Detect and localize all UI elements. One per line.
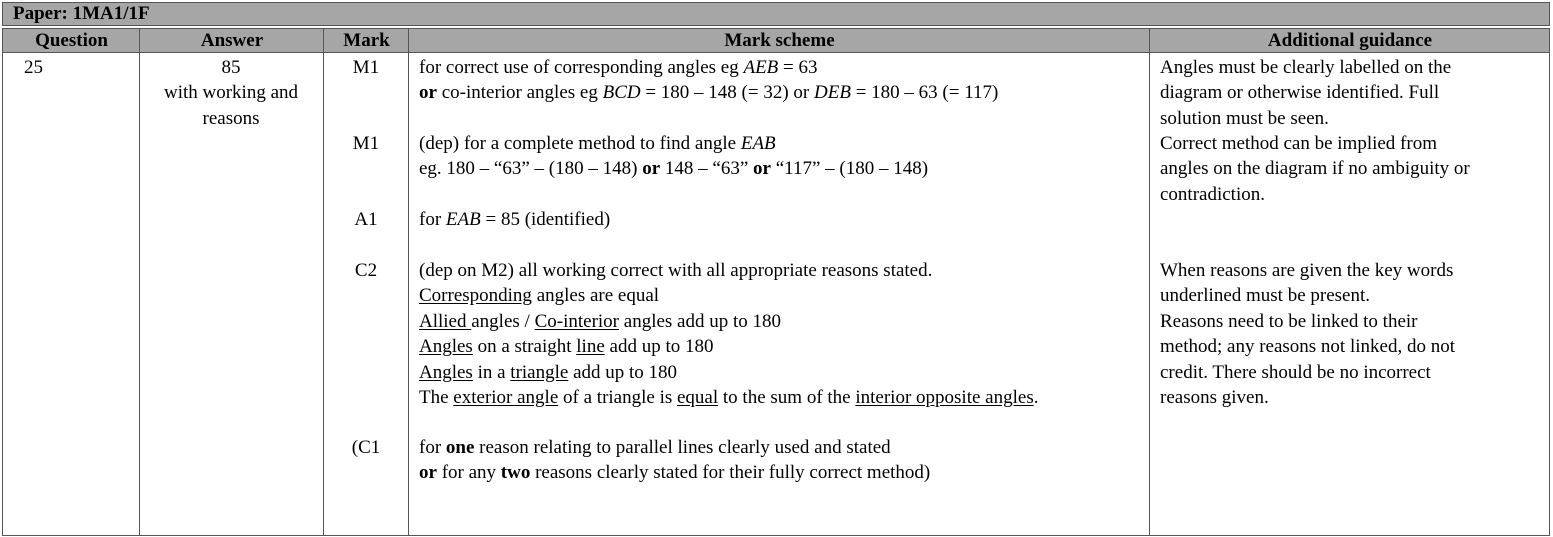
header-question: Question <box>35 30 108 51</box>
guidance-line: method; any reasons not linked, do not <box>1160 336 1455 358</box>
header-answer: Answer <box>200 30 264 51</box>
answer-line: with working and <box>163 82 299 104</box>
mark-code: M1 <box>352 57 380 78</box>
question-number: 25 <box>24 57 43 78</box>
reason-line: Corresponding angles are equal <box>419 285 660 307</box>
guidance-line: credit. There should be no incorrect <box>1160 361 1431 383</box>
mark-code: (C1 <box>351 437 381 458</box>
scheme-line: eg. 180 – “63” – (180 – 148) or 148 – “6… <box>419 158 929 180</box>
answer-value: 85 <box>221 57 241 78</box>
mark-code: C2 <box>354 260 378 281</box>
scheme-line: for one reason relating to parallel line… <box>419 437 891 458</box>
mark-code: M1 <box>352 133 380 154</box>
header-mark: Mark <box>343 30 390 51</box>
header-additional-guidance: Additional guidance <box>1267 30 1433 51</box>
paper-title: Paper: 1MA1/1F <box>2 2 1550 26</box>
guidance-line: Angles must be clearly labelled on the <box>1160 57 1452 78</box>
mark-scheme-sheet: Paper: 1MA1/1F Question Answer Mark Mark… <box>0 0 1553 537</box>
guidance-line: underlined must be present. <box>1160 285 1371 307</box>
header-mark-scheme: Mark scheme <box>724 30 835 51</box>
scheme-line: for EAB = 85 (identified) <box>419 209 611 230</box>
answer-line: reasons <box>202 107 260 129</box>
guidance-line: angles on the diagram if no ambiguity or <box>1160 158 1470 180</box>
scheme-line: (dep) for a complete method to find angl… <box>419 133 776 154</box>
guidance-line: Reasons need to be linked to their <box>1160 310 1418 332</box>
reason-line: Angles in a triangle add up to 180 <box>419 361 678 383</box>
scheme-line: for correct use of corresponding angles … <box>419 57 818 78</box>
reason-line: The exterior angle of a triangle is equa… <box>419 387 1039 408</box>
scheme-line: or for any two reasons clearly stated fo… <box>419 462 931 484</box>
guidance-line: When reasons are given the key words <box>1160 260 1454 281</box>
guidance-line: contradiction. <box>1160 183 1265 205</box>
guidance-line: Correct method can be implied from <box>1160 133 1437 154</box>
scheme-line: or co-interior angles eg BCD = 180 – 148… <box>419 82 999 104</box>
mark-code: A1 <box>354 209 378 230</box>
table-header: Question Answer Mark Mark scheme Additio… <box>2 28 1550 53</box>
guidance-line: diagram or otherwise identified. Full <box>1160 82 1440 104</box>
guidance-line: solution must be seen. <box>1160 107 1329 129</box>
guidance-line: reasons given. <box>1160 387 1269 408</box>
reason-line: Allied angles / Co-interior angles add u… <box>419 310 782 332</box>
scheme-line: (dep on M2) all working correct with all… <box>419 260 933 281</box>
reason-line: Angles on a straight line add up to 180 <box>419 336 714 358</box>
